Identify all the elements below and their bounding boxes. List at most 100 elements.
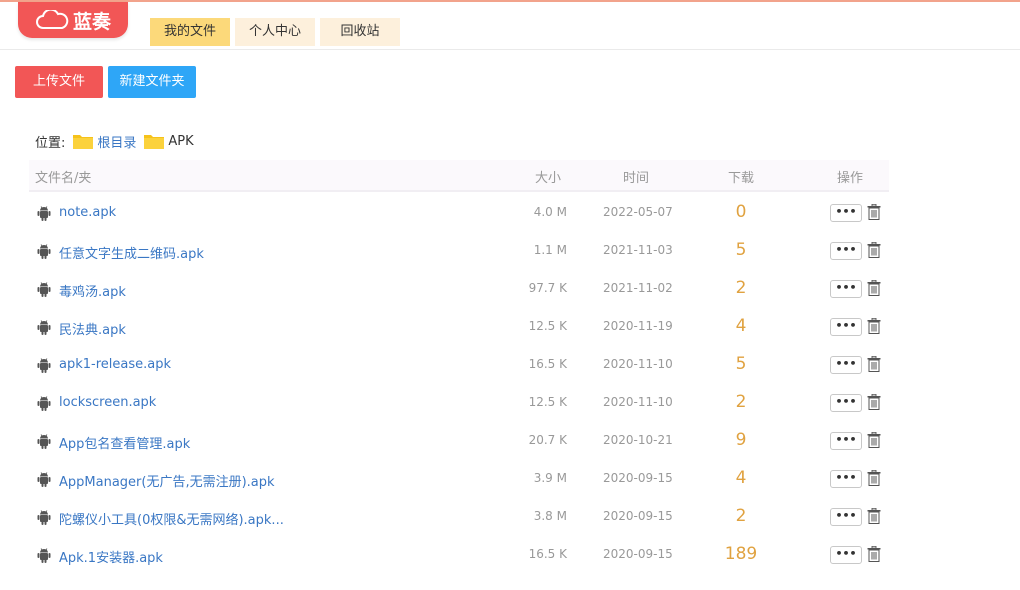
download-count: 0: [735, 202, 747, 222]
logo[interactable]: 蓝奏: [18, 2, 128, 38]
logo-text: 蓝奏: [72, 10, 111, 33]
download-count: 2: [735, 506, 747, 526]
file-time: 2020-11-10: [603, 357, 673, 371]
file-size: 12.5 K: [528, 319, 567, 333]
android-icon: [37, 472, 51, 488]
trash-icon[interactable]: [867, 545, 881, 562]
download-count: 4: [735, 316, 747, 336]
table-row: 民法典.apk 12.5 K 2020-11-19 4 •••: [29, 308, 889, 346]
android-icon: [37, 282, 51, 298]
more-actions-button[interactable]: •••: [830, 470, 862, 488]
download-count: 5: [735, 240, 747, 260]
download-count: 2: [735, 392, 747, 412]
table-row: 任意文字生成二维码.apk 1.1 M 2021-11-03 5 •••: [29, 232, 889, 270]
file-name-link[interactable]: note.apk: [59, 205, 116, 220]
table-row: AppManager(无广告,无需注册).apk 3.9 M 2020-09-15 4…: [29, 460, 889, 498]
download-count: 2: [735, 278, 747, 298]
android-icon: [37, 358, 51, 374]
breadcrumb-prefix: 位置:: [35, 135, 66, 151]
tab-recycle-bin[interactable]: 回收站: [320, 18, 400, 46]
file-size: 16.5 K: [528, 547, 567, 561]
file-time: 2020-10-21: [603, 433, 673, 447]
file-time: 2020-09-15: [603, 547, 673, 561]
tab-profile[interactable]: 个人中心: [235, 18, 315, 46]
new-folder-button[interactable]: 新建文件夹: [108, 66, 196, 98]
column-name[interactable]: 文件名/夹: [35, 167, 91, 186]
more-actions-button[interactable]: •••: [830, 546, 862, 564]
file-size: 97.7 K: [528, 281, 567, 295]
file-time: 2020-11-10: [603, 395, 673, 409]
table-row: 毒鸡汤.apk 97.7 K 2021-11-02 2 •••: [29, 270, 889, 308]
table-row: 陀螺仪小工具(0权限&无需网络).apk... 3.8 M 2020-09-15 2 •…: [29, 498, 889, 536]
breadcrumb: 位置: 根目录 APK: [35, 130, 194, 152]
more-actions-button[interactable]: •••: [830, 508, 862, 526]
column-actions: 操作: [837, 171, 864, 186]
android-icon: [37, 434, 51, 450]
android-icon: [37, 244, 51, 260]
file-name-link[interactable]: 毒鸡汤.apk: [59, 281, 126, 300]
download-count: 9: [735, 430, 747, 450]
more-actions-button[interactable]: •••: [830, 204, 862, 222]
file-name-link[interactable]: Apk.1安装器.apk: [59, 547, 163, 566]
table-row: App包名查看管理.apk 20.7 K 2020-10-21 9 •••: [29, 422, 889, 460]
download-count: 5: [735, 354, 747, 374]
more-actions-button[interactable]: •••: [830, 432, 862, 450]
more-actions-button[interactable]: •••: [830, 356, 862, 374]
file-name-link[interactable]: 任意文字生成二维码.apk: [59, 243, 204, 262]
more-actions-button[interactable]: •••: [830, 242, 862, 260]
trash-icon[interactable]: [867, 355, 881, 372]
file-name-link[interactable]: AppManager(无广告,无需注册).apk: [59, 471, 275, 490]
file-time: 2021-11-03: [603, 243, 673, 257]
file-size: 20.7 K: [528, 433, 567, 447]
table-row: lockscreen.apk 12.5 K 2020-11-10 2 •••: [29, 384, 889, 422]
file-size: 1.1 M: [533, 243, 567, 257]
breadcrumb-root-link[interactable]: 根目录: [97, 132, 136, 151]
file-size: 3.8 M: [533, 509, 567, 523]
trash-icon[interactable]: [867, 317, 881, 334]
file-name-link[interactable]: lockscreen.apk: [59, 395, 156, 410]
tab-my-files[interactable]: 我的文件: [150, 18, 230, 46]
file-size: 3.9 M: [533, 471, 567, 485]
header: 蓝奏 我的文件 个人中心 回收站: [0, 2, 1020, 50]
file-time: 2020-09-15: [603, 509, 673, 523]
android-icon: [37, 396, 51, 412]
file-time: 2021-11-02: [603, 281, 673, 295]
table-row: Apk.1安装器.apk 16.5 K 2020-09-15 189 •••: [29, 536, 889, 574]
file-time: 2020-11-19: [603, 319, 673, 333]
trash-icon[interactable]: [867, 279, 881, 296]
column-downloads[interactable]: 下载: [728, 167, 754, 186]
android-icon: [37, 206, 51, 222]
folder-icon: [144, 135, 165, 149]
trash-icon[interactable]: [867, 507, 881, 524]
android-icon: [37, 510, 51, 526]
table-row: note.apk 4.0 M 2022-05-07 0 •••: [29, 194, 889, 232]
file-name-link[interactable]: App包名查看管理.apk: [59, 433, 190, 452]
cloud-icon: [35, 10, 69, 29]
file-size: 4.0 M: [533, 205, 567, 219]
android-icon: [37, 320, 51, 336]
upload-button[interactable]: 上传文件: [15, 66, 103, 98]
file-time: 2020-09-15: [603, 471, 673, 485]
trash-icon[interactable]: [867, 469, 881, 486]
file-name-link[interactable]: 陀螺仪小工具(0权限&无需网络).apk...: [59, 509, 284, 528]
download-count: 189: [724, 544, 758, 564]
download-count: 4: [735, 468, 747, 488]
more-actions-button[interactable]: •••: [830, 394, 862, 412]
trash-icon[interactable]: [867, 393, 881, 410]
trash-icon[interactable]: [867, 431, 881, 448]
column-time[interactable]: 时间: [623, 167, 649, 186]
more-actions-button[interactable]: •••: [830, 318, 862, 336]
more-actions-button[interactable]: •••: [830, 280, 862, 298]
table-header: 文件名/夹 大小 时间 下载 操作: [29, 160, 889, 192]
breadcrumb-current: APK: [168, 133, 194, 149]
file-size: 16.5 K: [528, 357, 567, 371]
trash-icon[interactable]: [867, 241, 881, 258]
table-row: apk1-release.apk 16.5 K 2020-11-10 5 •••: [29, 346, 889, 384]
trash-icon[interactable]: [867, 203, 881, 220]
column-size[interactable]: 大小: [535, 167, 561, 186]
folder-icon: [73, 135, 94, 149]
file-name-link[interactable]: 民法典.apk: [59, 319, 126, 338]
file-time: 2022-05-07: [603, 205, 673, 219]
file-size: 12.5 K: [528, 395, 567, 409]
file-name-link[interactable]: apk1-release.apk: [59, 357, 171, 372]
